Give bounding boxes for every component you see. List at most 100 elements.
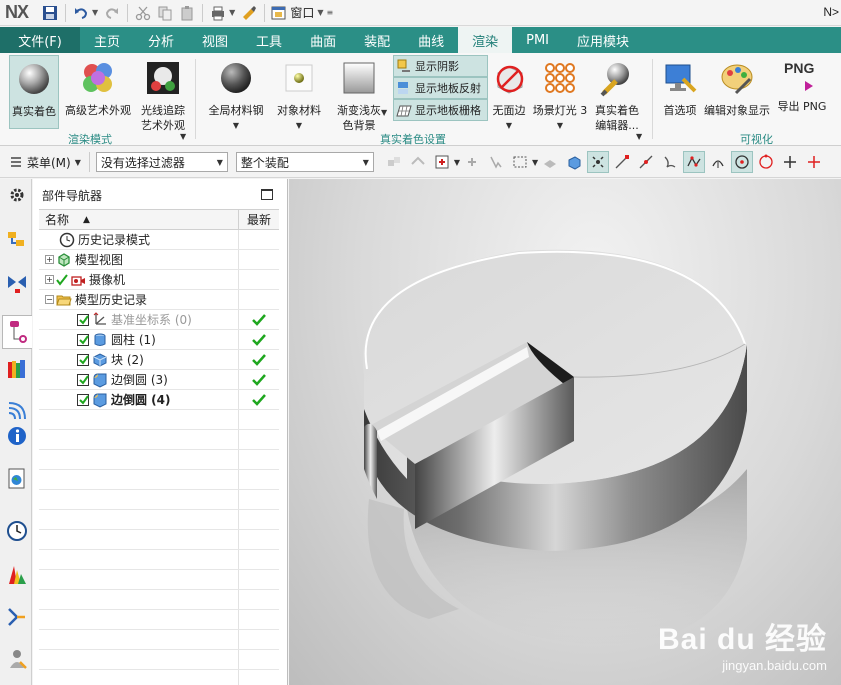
tree-row-model-views[interactable]: + 模型视图 xyxy=(39,250,279,270)
expand-icon[interactable]: + xyxy=(45,275,54,284)
object-material-button[interactable]: 对象材料 ▼ xyxy=(272,55,326,130)
paste-icon[interactable] xyxy=(178,4,196,22)
print-dropdown-icon[interactable]: ▼ xyxy=(229,8,235,17)
print-icon[interactable] xyxy=(209,4,227,22)
column-header-name[interactable]: 名称 ▲ xyxy=(39,210,239,229)
ray-traced-studio-button[interactable]: 光线追踪 艺术外观 xyxy=(136,55,190,139)
show-shadow-toggle[interactable]: 显示阴影 xyxy=(393,55,488,77)
system-materials-icon[interactable] xyxy=(5,563,29,587)
rendered-model-viewport[interactable] xyxy=(289,179,841,685)
assembly-filter-icon[interactable] xyxy=(407,151,429,173)
tree-row-cameras[interactable]: + 摄像机 xyxy=(39,270,279,290)
show-hidden-icon[interactable] xyxy=(539,151,561,173)
web-browser-icon[interactable] xyxy=(5,467,29,491)
gradient-background-dropdown-icon[interactable]: ▼ xyxy=(381,108,387,117)
assembly-navigator-icon[interactable] xyxy=(5,229,29,253)
rectangle-select-dropdown-icon[interactable]: ▼ xyxy=(532,158,538,167)
tree-row-history-mode[interactable]: 历史记录模式 xyxy=(39,230,279,250)
type-filter-select[interactable]: 没有选择过滤器 ▼ xyxy=(95,152,228,172)
edge-blend-icon xyxy=(93,393,107,408)
tab-analysis[interactable]: 分析 xyxy=(134,27,188,53)
cut-icon[interactable] xyxy=(134,4,152,22)
true-shading-editor-button[interactable]: 真实着色 编辑器... xyxy=(592,55,642,139)
undo-dropdown-icon[interactable]: ▼ xyxy=(92,8,98,17)
redo-icon[interactable] xyxy=(103,4,121,22)
add-to-selection-icon[interactable] xyxy=(461,151,483,173)
export-png-button[interactable]: PNG 导出 PNG xyxy=(774,55,830,129)
undo-icon[interactable] xyxy=(72,4,90,22)
show-floor-grid-toggle[interactable]: 显示地板栅格 xyxy=(393,99,488,121)
scene-light-button[interactable]: 场景灯光 3 ▼ xyxy=(530,55,590,130)
roles-icon[interactable] xyxy=(5,647,29,671)
tree-row-datum-csys[interactable]: 基准坐标系 (0) xyxy=(39,310,279,330)
render-mode-more-icon[interactable]: ▼ xyxy=(180,132,186,141)
global-material-button[interactable]: 全局材料钢 ▼ xyxy=(204,55,268,130)
feature-checkbox[interactable] xyxy=(77,393,89,406)
tree-row-model-history[interactable]: − 模型历史记录 xyxy=(39,290,279,310)
tree-row-edge-blend-4[interactable]: 边倒圆 (4) xyxy=(39,390,279,410)
mid-point-icon[interactable] xyxy=(635,151,657,173)
tree-row-cylinder[interactable]: 圆柱 (1) xyxy=(39,330,279,350)
tab-applications[interactable]: 应用模块 xyxy=(563,27,643,53)
show-floor-reflection-toggle[interactable]: 显示地板反射 xyxy=(393,77,488,99)
feature-checkbox[interactable] xyxy=(77,353,89,366)
tab-assembly[interactable]: 装配 xyxy=(350,27,404,53)
component-filter-icon[interactable] xyxy=(383,151,405,173)
window-menu[interactable]: 窗口 ▼ ≡ xyxy=(271,4,336,21)
resource-settings-gear-icon[interactable] xyxy=(5,183,29,207)
menu-button[interactable]: 菜单(M) ▼ xyxy=(8,154,81,171)
shading-settings-more-icon[interactable]: ▼ xyxy=(636,132,642,141)
tab-render[interactable]: 渲染 xyxy=(458,27,513,53)
rectangle-select-icon[interactable] xyxy=(509,151,531,173)
tab-pmi[interactable]: PMI xyxy=(512,27,563,53)
arc-center-icon[interactable] xyxy=(707,151,729,173)
body-icon[interactable] xyxy=(563,151,585,173)
save-icon[interactable] xyxy=(41,4,59,22)
selection-scope-select[interactable]: 整个装配 ▼ xyxy=(235,152,374,172)
tree-row-block[interactable]: 块 (2) xyxy=(39,350,279,370)
gradient-background-button[interactable]: 渐变浅灰 色背景 xyxy=(330,55,388,139)
copy-icon[interactable] xyxy=(156,4,174,22)
customize-quick-access-icon[interactable]: ≡ xyxy=(326,8,333,17)
select-all-dropdown-icon[interactable]: ▼ xyxy=(454,158,460,167)
quadrant-point-icon[interactable] xyxy=(755,151,777,173)
select-all-icon[interactable] xyxy=(431,151,453,173)
existing-point-icon[interactable] xyxy=(803,151,825,173)
deselect-icon[interactable] xyxy=(485,151,507,173)
part-navigator-icon[interactable] xyxy=(2,315,32,349)
advanced-studio-button[interactable]: 高级艺术外观 xyxy=(63,55,133,129)
feature-checkbox[interactable] xyxy=(77,313,89,326)
true-shading-button[interactable]: 真实着色 xyxy=(9,55,59,129)
constraint-navigator-icon[interactable] xyxy=(5,271,29,295)
circle-center-icon[interactable] xyxy=(731,151,754,173)
edit-object-display-button[interactable]: 编辑对象显示 xyxy=(702,55,772,129)
history-clock-icon[interactable] xyxy=(5,519,29,543)
no-face-edges-button[interactable]: 无面边 ▼ xyxy=(490,55,528,130)
feature-checkbox[interactable] xyxy=(77,333,89,346)
tab-home[interactable]: 主页 xyxy=(80,27,134,53)
feature-checkbox[interactable] xyxy=(77,373,89,386)
collapse-icon[interactable]: − xyxy=(45,295,54,304)
tab-tools[interactable]: 工具 xyxy=(242,27,296,53)
point-on-curve-icon[interactable] xyxy=(779,151,801,173)
watermark-brand: Bai du 经验 xyxy=(657,623,827,656)
tab-file[interactable]: 文件(F) xyxy=(0,27,80,53)
maximize-panel-icon[interactable] xyxy=(261,189,273,200)
info-icon[interactable] xyxy=(5,424,29,448)
control-point-icon[interactable] xyxy=(659,151,681,173)
preferences-button[interactable]: 首选项 xyxy=(659,55,701,129)
tree-row-edge-blend-3[interactable]: 边倒圆 (3) xyxy=(39,370,279,390)
intersection-point-icon[interactable] xyxy=(683,151,706,173)
repeat-command-icon[interactable] xyxy=(240,4,258,22)
graphics-window[interactable]: Bai du 经验 jingyan.baidu.com xyxy=(289,179,841,685)
tab-view[interactable]: 视图 xyxy=(188,27,242,53)
hd3d-tools-icon[interactable] xyxy=(5,399,29,423)
process-studio-icon[interactable] xyxy=(5,605,29,629)
tab-surface[interactable]: 曲面 xyxy=(296,27,350,53)
end-point-icon[interactable] xyxy=(611,151,633,173)
tab-curve[interactable]: 曲线 xyxy=(404,27,458,53)
reuse-library-icon[interactable] xyxy=(5,357,29,381)
snap-point-icon[interactable] xyxy=(587,151,610,173)
expand-icon[interactable]: + xyxy=(45,255,54,264)
column-header-latest[interactable]: 最新 xyxy=(239,210,279,229)
